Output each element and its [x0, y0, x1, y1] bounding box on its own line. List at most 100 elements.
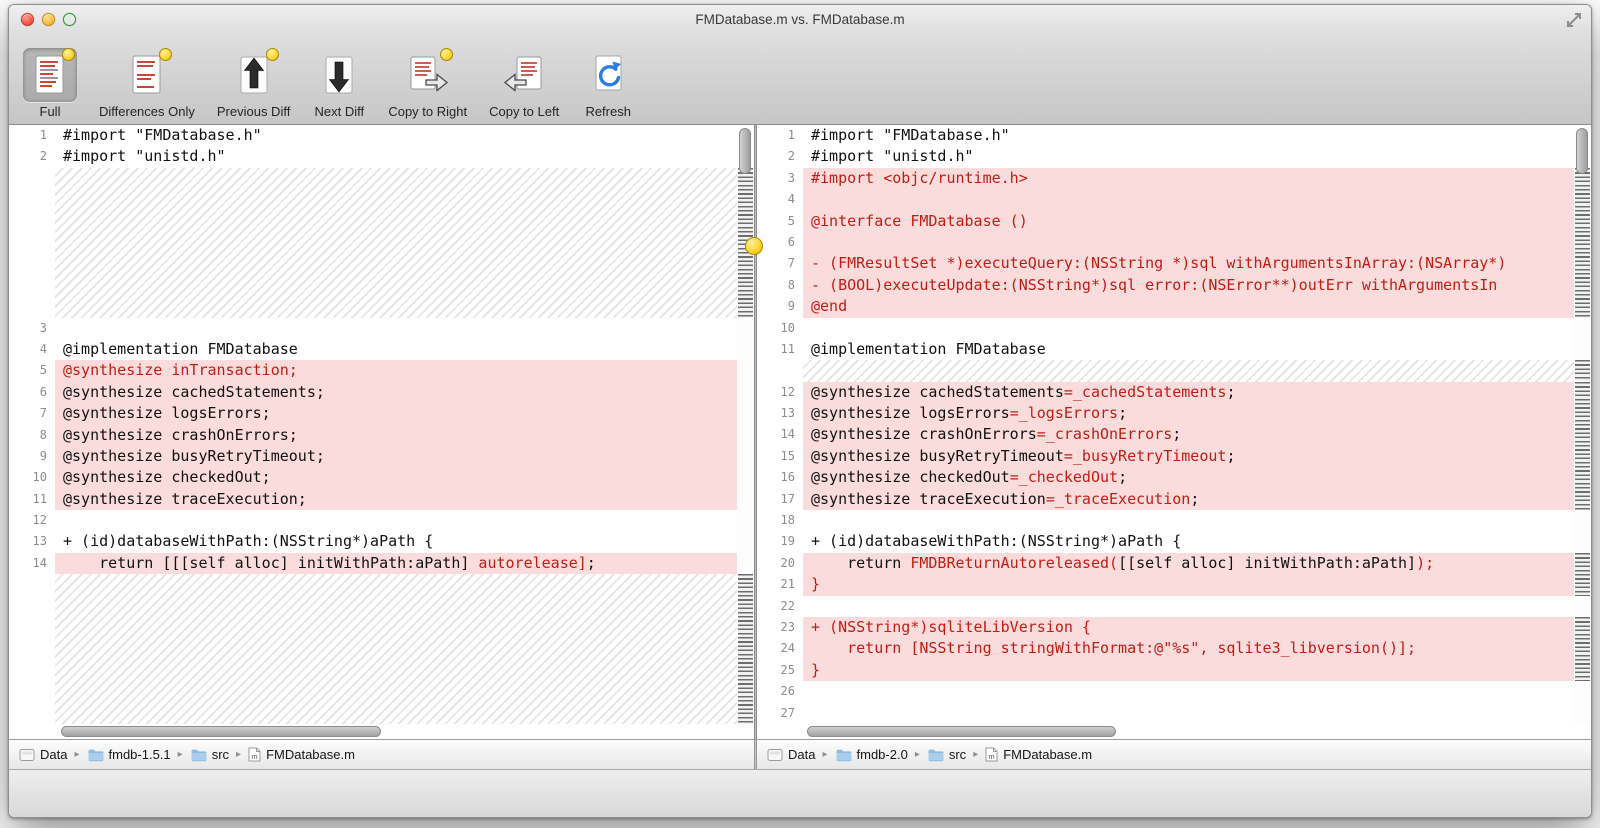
right-breadcrumb: Data▸fmdb-2.0▸src▸mFMDatabase.m	[757, 740, 1591, 769]
code-line: + (id)databaseWithPath:(NSString*)aPath …	[803, 531, 1591, 552]
yellow-badge	[62, 48, 75, 61]
toolbar-button-previous-diff[interactable]: Previous Diff	[217, 48, 290, 119]
changed-text: }	[811, 661, 820, 679]
code-line	[55, 510, 754, 531]
changed-text: =_traceExecution	[1046, 490, 1191, 508]
changed-text: + (NSString*)sqliteLibVersion {	[811, 618, 1091, 636]
code-line: + (NSString*)sqliteLibVersion {	[803, 617, 1591, 638]
code-row: 12@synthesize cachedStatements=_cachedSt…	[757, 382, 1591, 403]
changed-text: =_cachedStatements	[1064, 383, 1227, 401]
code-line	[803, 510, 1591, 531]
line-number: 12	[9, 510, 55, 531]
code-line: @synthesize crashOnErrors;	[55, 425, 754, 446]
horizontal-scrollbar-thumb[interactable]	[807, 726, 1116, 737]
code-row: 11@implementation FMDatabase	[757, 339, 1591, 360]
line-number: 20	[757, 553, 803, 574]
vertical-scrollbar-thumb[interactable]	[739, 128, 751, 174]
breadcrumb-item[interactable]: fmdb-1.5.1	[87, 747, 171, 762]
breadcrumb-item[interactable]: m FMDatabase.m	[248, 747, 355, 762]
code-line: }	[803, 660, 1591, 681]
code-row: 4	[757, 189, 1591, 210]
toolbar-button-label: Copy to Right	[388, 104, 467, 119]
code-row: 3 #import <objc/runtime.h>	[757, 168, 1591, 189]
breadcrumb-item[interactable]: Data	[19, 747, 67, 762]
left-diff-map[interactable]	[737, 125, 754, 724]
line-number: 13	[757, 403, 803, 424]
line-number: 19	[757, 531, 803, 552]
line-number: 3	[9, 318, 55, 339]
code-text: + (id)databaseWithPath:(NSString*)aPath …	[63, 532, 433, 550]
left-breadcrumb: Data▸fmdb-1.5.1▸src▸mFMDatabase.m	[9, 740, 754, 769]
code-row: 14 return [[[self alloc] initWithPath:aP…	[9, 553, 754, 574]
breadcrumb-separator: ▸	[74, 749, 79, 760]
fullscreen-resize-icon[interactable]	[1566, 12, 1582, 33]
code-row: 18	[757, 510, 1591, 531]
breadcrumb-item[interactable]: Data	[767, 747, 815, 762]
gap-hatch	[55, 168, 754, 318]
code-line: }	[803, 574, 1591, 595]
breadcrumb-item[interactable]: src	[927, 747, 966, 762]
breadcrumb-label: src	[212, 747, 229, 762]
line-number: 3	[757, 168, 803, 189]
breadcrumb-item[interactable]: mFMDatabase.m	[985, 747, 1092, 762]
code-text: + (id)databaseWithPath:(NSString*)aPath …	[811, 532, 1181, 550]
code-line: return [[[self alloc] initWithPath:aPath…	[55, 553, 754, 574]
line-number: 27	[757, 703, 803, 724]
toolbar-button-next-diff[interactable]: Next Diff	[312, 48, 366, 119]
left-file-content[interactable]: 1#import "FMDatabase.h"2#import "unistd.…	[9, 125, 754, 724]
down-arrow-icon	[312, 48, 366, 102]
code-line: @synthesize cachedStatements=_cachedStat…	[803, 382, 1591, 403]
svg-text:m: m	[251, 752, 257, 761]
code-line: + (id)databaseWithPath:(NSString*)aPath …	[55, 531, 754, 552]
line-number: 8	[757, 275, 803, 296]
vertical-scrollbar-thumb[interactable]	[1576, 128, 1588, 174]
right-file-content[interactable]: 1#import "FMDatabase.h"2#import "unistd.…	[757, 125, 1591, 724]
title-bar[interactable]: FMDatabase.m vs. FMDatabase.m	[9, 5, 1591, 35]
changed-text: =_logsErrors	[1010, 404, 1118, 422]
code-row: 3	[9, 318, 754, 339]
code-line: #import "unistd.h"	[55, 146, 754, 167]
horizontal-scrollbar[interactable]	[757, 724, 1591, 739]
code-text: @synthesize busyRetryTimeout;	[63, 447, 325, 465]
line-number: 15	[757, 446, 803, 467]
objc-file-icon: m	[248, 747, 261, 762]
breadcrumb-label: FMDatabase.m	[266, 747, 355, 762]
changed-text: return [NSString stringWithFormat:@"%s",…	[811, 639, 1416, 657]
line-number: 18	[757, 510, 803, 531]
folder-icon	[87, 748, 104, 762]
toolbar-button-differences-only[interactable]: Differences Only	[99, 48, 195, 119]
toolbar-button-refresh[interactable]: Refresh	[581, 48, 635, 119]
changed-text: #import <objc/runtime.h>	[811, 169, 1028, 187]
diff-marker-dot[interactable]	[745, 237, 763, 255]
line-number: 7	[757, 253, 803, 274]
breadcrumb-item[interactable]: fmdb-2.0	[835, 747, 908, 762]
toolbar-button-label: Next Diff	[315, 104, 365, 119]
line-number: 13	[9, 531, 55, 552]
code-row: 10@synthesize checkedOut;	[9, 467, 754, 488]
code-text: ;	[1118, 404, 1127, 422]
copy-left-icon	[497, 48, 551, 102]
horizontal-scrollbar-thumb[interactable]	[61, 726, 381, 737]
code-text: return [[[self alloc] initWithPath:aPath…	[63, 554, 478, 572]
code-line: @end	[803, 296, 1591, 317]
right-diff-map[interactable]	[1574, 125, 1591, 724]
code-line	[803, 681, 1591, 702]
toolbar-button-copy-to-right[interactable]: Copy to Right	[388, 48, 467, 119]
changed-text: - (BOOL)executeUpdate:(NSString*)sql err…	[811, 276, 1497, 294]
code-line: @interface FMDatabase ()	[803, 211, 1591, 232]
code-row: 5@synthesize inTransaction;	[9, 360, 754, 381]
toolbar-button-copy-to-left[interactable]: Copy to Left	[489, 48, 559, 119]
breadcrumb-item[interactable]: src	[190, 747, 229, 762]
breadcrumb-label: Data	[40, 747, 67, 762]
toolbar-button-full[interactable]: Full	[23, 48, 77, 119]
diff-gap-region	[9, 168, 754, 318]
code-row: 7@synthesize logsErrors;	[9, 403, 754, 424]
horizontal-scrollbar[interactable]	[9, 724, 754, 739]
line-number: 9	[757, 296, 803, 317]
code-text: #import "unistd.h"	[63, 147, 226, 165]
changed-text: autorelease]	[478, 554, 586, 572]
full-document-icon	[23, 48, 77, 102]
code-text: @synthesize crashOnErrors	[811, 425, 1037, 443]
code-line: - (BOOL)executeUpdate:(NSString*)sql err…	[803, 275, 1591, 296]
code-row: 8 - (BOOL)executeUpdate:(NSString*)sql er…	[757, 275, 1591, 296]
